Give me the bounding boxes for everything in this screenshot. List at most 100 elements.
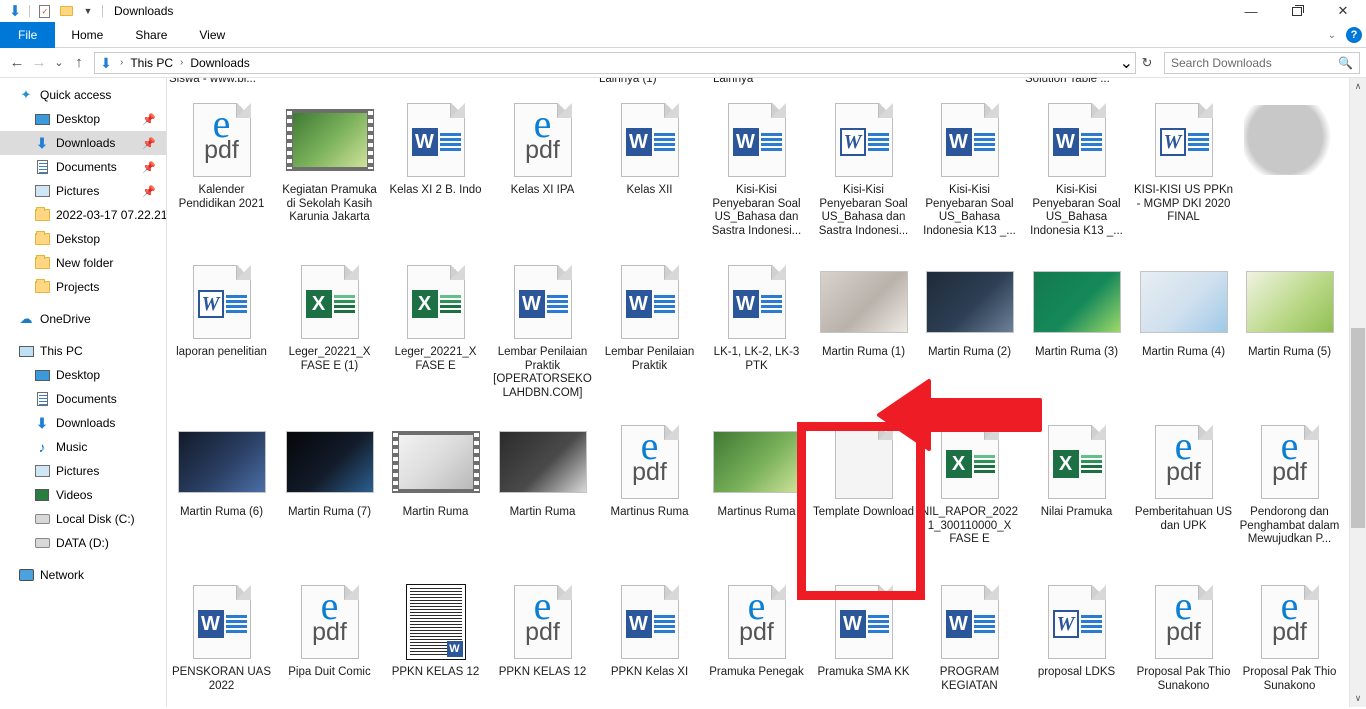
sidebar-group-this-pc[interactable]: This PC: [0, 339, 166, 363]
downloads-folder-icon[interactable]: ⬇: [4, 0, 26, 22]
file-item[interactable]: e pdf Proposal Pak Thio Sunakono: [1131, 578, 1236, 693]
file-item[interactable]: Martin Ruma (6): [169, 418, 274, 520]
breadcrumb-downloads[interactable]: Downloads: [188, 56, 251, 70]
tab-share[interactable]: Share: [119, 22, 183, 48]
file-item[interactable]: W Kisi-Kisi Penyebaran Soal US_Bahasa Ind…: [1024, 96, 1129, 238]
file-item[interactable]: Martinus Ruma: [704, 418, 809, 520]
breadcrumb-this-pc[interactable]: This PC: [128, 56, 175, 70]
new-folder-icon[interactable]: [55, 0, 77, 22]
sidebar-group-onedrive[interactable]: ☁ OneDrive: [0, 307, 166, 331]
file-item[interactable]: W Kisi-Kisi Penyebaran Soal US_Bahasa dan…: [811, 96, 916, 238]
tab-view[interactable]: View: [183, 22, 241, 48]
file-item[interactable]: W Lembar Penilaian Praktik: [595, 256, 704, 376]
file-item[interactable]: Kegiatan Pramuka di Sekolah Kasih Karuni…: [277, 96, 382, 225]
sidebar-item-folder-2022[interactable]: 2022-03-17 07.22.21: [0, 203, 166, 227]
breadcrumb-history-caret-icon[interactable]: ⌄: [1120, 53, 1133, 73]
file-item[interactable]: Martin Ruma: [490, 418, 595, 520]
sidebar-item-dekstop[interactable]: Dekstop: [0, 227, 166, 251]
file-item[interactable]: e pdf Pipa Duit Comic: [277, 578, 382, 680]
file-item[interactable]: e pdf PPKN KELAS 12: [490, 578, 595, 680]
sidebar-item-pc-pictures[interactable]: Pictures: [0, 459, 166, 483]
sidebar-item-projects[interactable]: Projects: [0, 275, 166, 299]
scrollbar-track[interactable]: [1350, 95, 1366, 690]
sidebar-item-local-disk-c[interactable]: Local Disk (C:): [0, 507, 166, 531]
tab-file[interactable]: File: [0, 22, 56, 48]
file-item[interactable]: Martin Ruma (5): [1237, 258, 1342, 360]
file-item[interactable]: e pdf Pemberitahuan US dan UPK: [1131, 418, 1236, 533]
file-item[interactable]: W Kelas XII: [597, 96, 702, 198]
file-item[interactable]: W Pramuka SMA KK: [811, 578, 916, 680]
file-item[interactable]: e pdf Pramuka Penegak: [704, 578, 809, 680]
sidebar-item-pc-downloads[interactable]: ⬇ Downloads: [0, 411, 166, 435]
file-item[interactable]: W PPKN Kelas XI: [597, 578, 702, 680]
sidebar-item-pc-music[interactable]: ♪ Music: [0, 435, 166, 459]
file-item[interactable]: Wlaporan penelitian: [169, 258, 274, 360]
file-item[interactable]: e pdf Kalender Pendidikan 2021: [169, 96, 274, 211]
file-item[interactable]: e pdf Proposal Pak Thio Sunakono: [1237, 578, 1342, 693]
tab-home[interactable]: Home: [55, 22, 119, 48]
file-item[interactable]: W Kisi-Kisi Penyebaran Soal US_Bahasa Ind…: [917, 96, 1022, 238]
close-button[interactable]: ✕: [1320, 0, 1366, 22]
file-item[interactable]: Martin Ruma (7): [277, 418, 382, 520]
file-item[interactable]: X Nilai Pramuka: [1024, 418, 1129, 520]
properties-icon[interactable]: ✓: [33, 0, 55, 22]
file-list-pane[interactable]: Siswa - www.bl... Lainnya (1) Lainnya Solut…: [167, 78, 1349, 707]
file-item[interactable]: W Kisi-Kisi Penyebaran Soal US_Bahasa dan…: [704, 96, 809, 238]
pin-icon[interactable]: 📌: [142, 161, 156, 174]
file-item[interactable]: W LK-1, LK-2, LK-3 PTK: [704, 258, 809, 373]
file-item[interactable]: Martin Ruma: [383, 418, 488, 520]
file-item[interactable]: W KISI-KISI US PPKn - MGMP DKI 2020 FINAL: [1131, 96, 1236, 225]
file-item[interactable]: e pdf Martinus Ruma: [597, 418, 702, 520]
sidebar-item-downloads[interactable]: ⬇ Downloads 📌: [0, 131, 166, 155]
customize-toolbar-caret-icon[interactable]: ▼: [77, 0, 99, 22]
vertical-scrollbar[interactable]: ∧ ∨: [1349, 78, 1366, 707]
file-item[interactable]: W Lembar Penilaian Praktik [OPERATORSEKOL…: [490, 258, 595, 400]
file-item[interactable]: Martin Ruma (3): [1024, 258, 1129, 360]
file-item[interactable]: [1237, 96, 1342, 184]
sidebar-item-data-d[interactable]: DATA (D:): [0, 531, 166, 555]
file-item[interactable]: Martin Ruma (4): [1131, 258, 1236, 360]
refresh-button[interactable]: ↻: [1136, 51, 1158, 75]
scroll-up-button[interactable]: ∧: [1350, 78, 1366, 95]
breadcrumb[interactable]: ⬇ › This PC › Downloads ⌄: [94, 51, 1136, 74]
sidebar-item-pc-documents[interactable]: Documents: [0, 387, 166, 411]
scroll-down-button[interactable]: ∨: [1350, 690, 1366, 707]
pin-icon[interactable]: 📌: [142, 185, 156, 198]
pin-icon[interactable]: 📌: [142, 113, 156, 126]
file-item[interactable]: W PPKN KELAS 12: [383, 578, 488, 680]
sidebar-item-pictures[interactable]: Pictures 📌: [0, 179, 166, 203]
scrollbar-thumb[interactable]: [1351, 328, 1365, 528]
navigation-pane[interactable]: ✦ Quick access Desktop 📌 ⬇ Downloads 📌 D…: [0, 78, 167, 707]
file-item[interactable]: Martin Ruma (2): [917, 258, 1022, 360]
minimize-button[interactable]: —: [1228, 0, 1274, 22]
file-item[interactable]: X Leger_20221_X FASE E: [383, 258, 488, 373]
file-item[interactable]: e pdf Pendorong dan Penghambat dalam Mewuj…: [1237, 418, 1342, 547]
file-item[interactable]: W PROGRAM KEGIATAN: [917, 578, 1022, 693]
file-item[interactable]: X NIL_RAPOR_20221_300110000_X FASE E: [917, 418, 1022, 547]
help-icon[interactable]: ?: [1346, 27, 1362, 43]
forward-button[interactable]: →: [28, 51, 50, 75]
pin-icon[interactable]: 📌: [142, 137, 156, 150]
file-item[interactable]: W PENSKORAN UAS 2022: [169, 578, 274, 693]
recent-locations-caret-icon[interactable]: ⌄: [50, 51, 68, 75]
sidebar-item-pc-videos[interactable]: Videos: [0, 483, 166, 507]
sidebar-item-documents[interactable]: Documents 📌: [0, 155, 166, 179]
back-button[interactable]: ←: [6, 51, 28, 75]
search-input[interactable]: Search Downloads 🔍: [1164, 51, 1360, 74]
up-one-level-button[interactable]: ↑: [68, 51, 90, 75]
sidebar-group-quick-access[interactable]: ✦ Quick access: [0, 83, 166, 107]
file-name-label: Kelas XI 2 B. Indo: [389, 184, 482, 196]
file-item[interactable]: X Leger_20221_X FASE E (1): [277, 258, 382, 373]
sidebar-item-new-folder[interactable]: New folder: [0, 251, 166, 275]
sidebar-item-desktop[interactable]: Desktop 📌: [0, 107, 166, 131]
file-item[interactable]: Martin Ruma (1): [811, 258, 916, 360]
file-sheet-icon: W: [940, 585, 999, 659]
file-item[interactable]: e pdf Kelas XI IPA: [490, 96, 595, 198]
chevron-down-icon[interactable]: ⌄: [1328, 30, 1336, 41]
file-item[interactable]: W Kelas XI 2 B. Indo: [383, 96, 488, 198]
file-item[interactable]: Wproposal LDKS: [1024, 578, 1129, 680]
maximize-button[interactable]: [1274, 0, 1320, 22]
file-item[interactable]: Template Download: [809, 416, 918, 522]
sidebar-group-network[interactable]: Network: [0, 563, 166, 587]
sidebar-item-pc-desktop[interactable]: Desktop: [0, 363, 166, 387]
